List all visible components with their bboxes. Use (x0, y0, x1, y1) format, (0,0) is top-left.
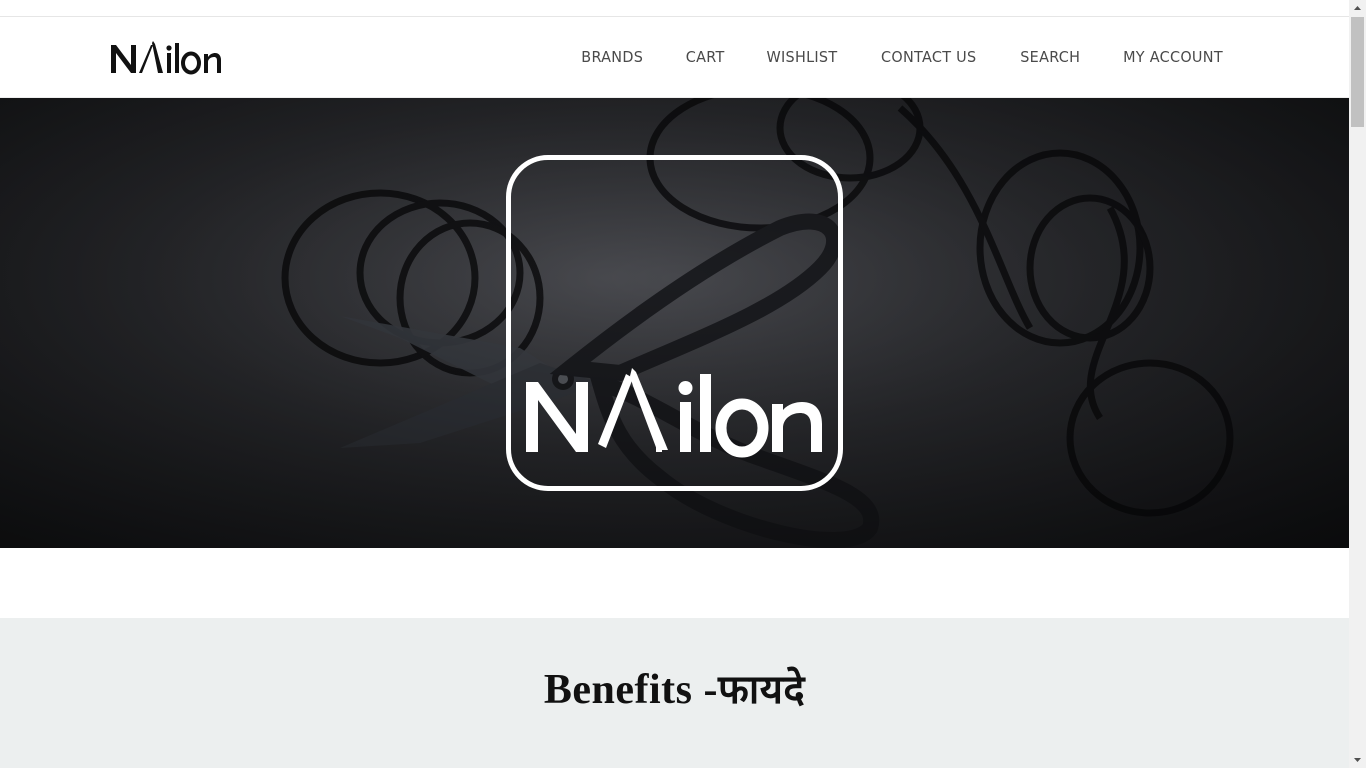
nav-link-my-account[interactable]: MY ACCOUNT (1123, 48, 1223, 66)
scroll-up-arrow-icon[interactable] (1349, 0, 1366, 17)
site-header: BRANDS CART WISHLIST CONTACT US SEARCH M… (0, 17, 1349, 98)
hero-banner (0, 98, 1349, 548)
benefits-section: Benefits -फायदे (0, 618, 1349, 768)
page: BRANDS CART WISHLIST CONTACT US SEARCH M… (0, 0, 1349, 768)
benefits-heading-hindi: फायदे (718, 667, 806, 713)
nav-link-search[interactable]: SEARCH (1020, 48, 1080, 66)
benefits-heading-english: Benefits - (543, 667, 718, 713)
nav-link-cart[interactable]: CART (686, 48, 725, 66)
nav-link-contact-us[interactable]: CONTACT US (881, 48, 976, 66)
scrollbar-thumb[interactable] (1351, 17, 1364, 127)
scroll-down-arrow-icon[interactable] (1349, 751, 1366, 768)
vertical-scrollbar[interactable] (1349, 0, 1366, 768)
hero-logo (526, 368, 822, 458)
spacer (0, 548, 1349, 618)
nav-link-brands[interactable]: BRANDS (582, 48, 644, 66)
main-nav: BRANDS CART WISHLIST CONTACT US SEARCH M… (540, 17, 1225, 97)
site-logo[interactable] (109, 39, 223, 77)
nav-link-wishlist[interactable]: WISHLIST (767, 48, 838, 66)
benefits-heading: Benefits -फायदे (0, 660, 1349, 715)
